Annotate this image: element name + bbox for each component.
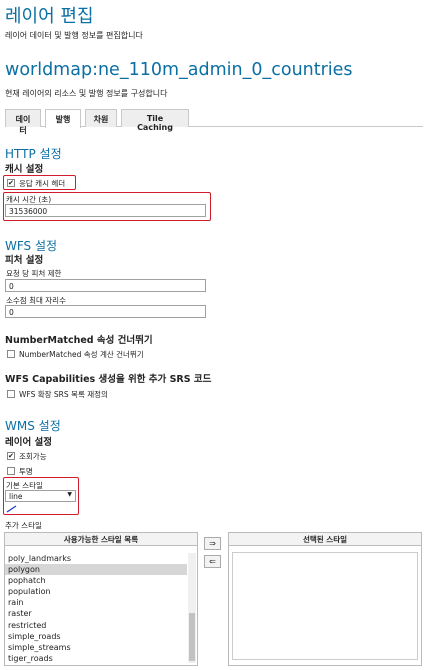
http-section-title: HTTP 설정 xyxy=(5,147,62,161)
opaque-label: 투명 xyxy=(19,467,33,476)
number-matched-checkbox[interactable] xyxy=(7,350,15,358)
available-styles-list[interactable]: poly_landmarks polygon pophatch population r… xyxy=(5,553,187,664)
number-matched-row[interactable]: NumberMatched 속성 계산 건너뛰기 xyxy=(7,349,144,360)
style-list-item[interactable]: pophatch xyxy=(5,575,187,586)
number-matched-title: NumberMatched 속성 건너뛰기 xyxy=(5,335,153,346)
style-list-item[interactable]: simple_roads xyxy=(5,631,187,642)
max-decimals-input[interactable]: 0 xyxy=(5,305,206,318)
default-style-select[interactable]: line ▼ xyxy=(5,490,76,502)
cache-settings-title: 캐시 설정 xyxy=(5,164,44,175)
move-right-button[interactable]: ⇒ xyxy=(204,537,221,550)
opaque-checkbox[interactable] xyxy=(7,467,15,475)
dropdown-arrow-icon: ▼ xyxy=(67,491,72,498)
wfs-srs-row[interactable]: WFS 확장 SRS 목록 재정의 xyxy=(7,389,108,400)
style-list-item[interactable]: restricted xyxy=(5,620,187,631)
response-cache-checkbox[interactable] xyxy=(7,179,15,187)
style-list-item[interactable]: raster xyxy=(5,608,187,619)
wms-section-title: WMS 설정 xyxy=(5,419,61,433)
tab-data[interactable]: 데이터 xyxy=(5,109,41,135)
selected-styles-panel: 선택된 스타일 xyxy=(228,532,422,666)
queryable-row[interactable]: 조회가능 xyxy=(7,451,47,462)
page-description: 레이어 데이터 및 발행 정보를 편집합니다 xyxy=(5,31,143,40)
tab-bar: 데이터 발행 차원 Tile Caching xyxy=(5,109,423,135)
style-list-item[interactable]: rain xyxy=(5,597,187,608)
layer-settings-title: 레이어 설정 xyxy=(5,437,53,448)
style-list-item[interactable]: polygon xyxy=(5,564,187,576)
max-features-label: 요청 당 피처 제한 xyxy=(6,269,62,278)
cache-time-input[interactable]: 31536000 xyxy=(5,204,206,217)
response-cache-label: 응답 캐시 헤더 xyxy=(19,179,66,188)
feature-settings-title: 피처 설정 xyxy=(5,255,44,266)
wfs-srs-label: WFS 확장 SRS 목록 재정의 xyxy=(19,390,108,399)
default-style-value: line xyxy=(9,492,23,501)
style-list-item[interactable]: tiger_roads xyxy=(5,653,187,664)
style-legend-icon xyxy=(6,505,17,513)
list-scrollbar[interactable] xyxy=(188,553,196,663)
tab-dimensions[interactable]: 차원 xyxy=(85,109,117,127)
layer-description: 현재 레이어의 리소스 및 발행 정보를 구성합니다 xyxy=(5,89,168,98)
selected-styles-list[interactable] xyxy=(232,552,418,660)
max-features-input[interactable]: 0 xyxy=(5,279,206,292)
response-cache-row[interactable]: 응답 캐시 헤더 xyxy=(7,178,65,189)
wfs-srs-title: WFS Capabilities 생성을 위한 추가 SRS 코드 xyxy=(5,374,212,385)
layer-name: worldmap:ne_110m_admin_0_countries xyxy=(5,60,353,80)
available-styles-panel: 사용가능한 스타일 목록 poly_landmarks polygon pophat… xyxy=(4,532,198,666)
style-list-item[interactable]: population xyxy=(5,586,187,597)
style-list-item[interactable]: poly_landmarks xyxy=(5,553,187,564)
queryable-checkbox[interactable] xyxy=(7,452,15,460)
style-list-item[interactable]: simple_streams xyxy=(5,642,187,653)
move-left-button[interactable]: ⇐ xyxy=(204,555,221,568)
queryable-label: 조회가능 xyxy=(19,452,47,461)
list-scrollbar-thumb[interactable] xyxy=(189,613,195,661)
extra-styles-label: 추가 스타일 xyxy=(5,521,42,530)
tab-publishing[interactable]: 발행 xyxy=(45,109,81,128)
wfs-srs-checkbox[interactable] xyxy=(7,390,15,398)
available-styles-header: 사용가능한 스타일 목록 xyxy=(5,533,197,546)
opaque-row[interactable]: 투명 xyxy=(7,466,33,477)
selected-styles-header: 선택된 스타일 xyxy=(229,533,421,546)
number-matched-label: NumberMatched 속성 계산 건너뛰기 xyxy=(19,350,144,359)
page-title: 레이어 편집 xyxy=(5,6,94,27)
tab-tile-caching[interactable]: Tile Caching xyxy=(121,109,189,132)
